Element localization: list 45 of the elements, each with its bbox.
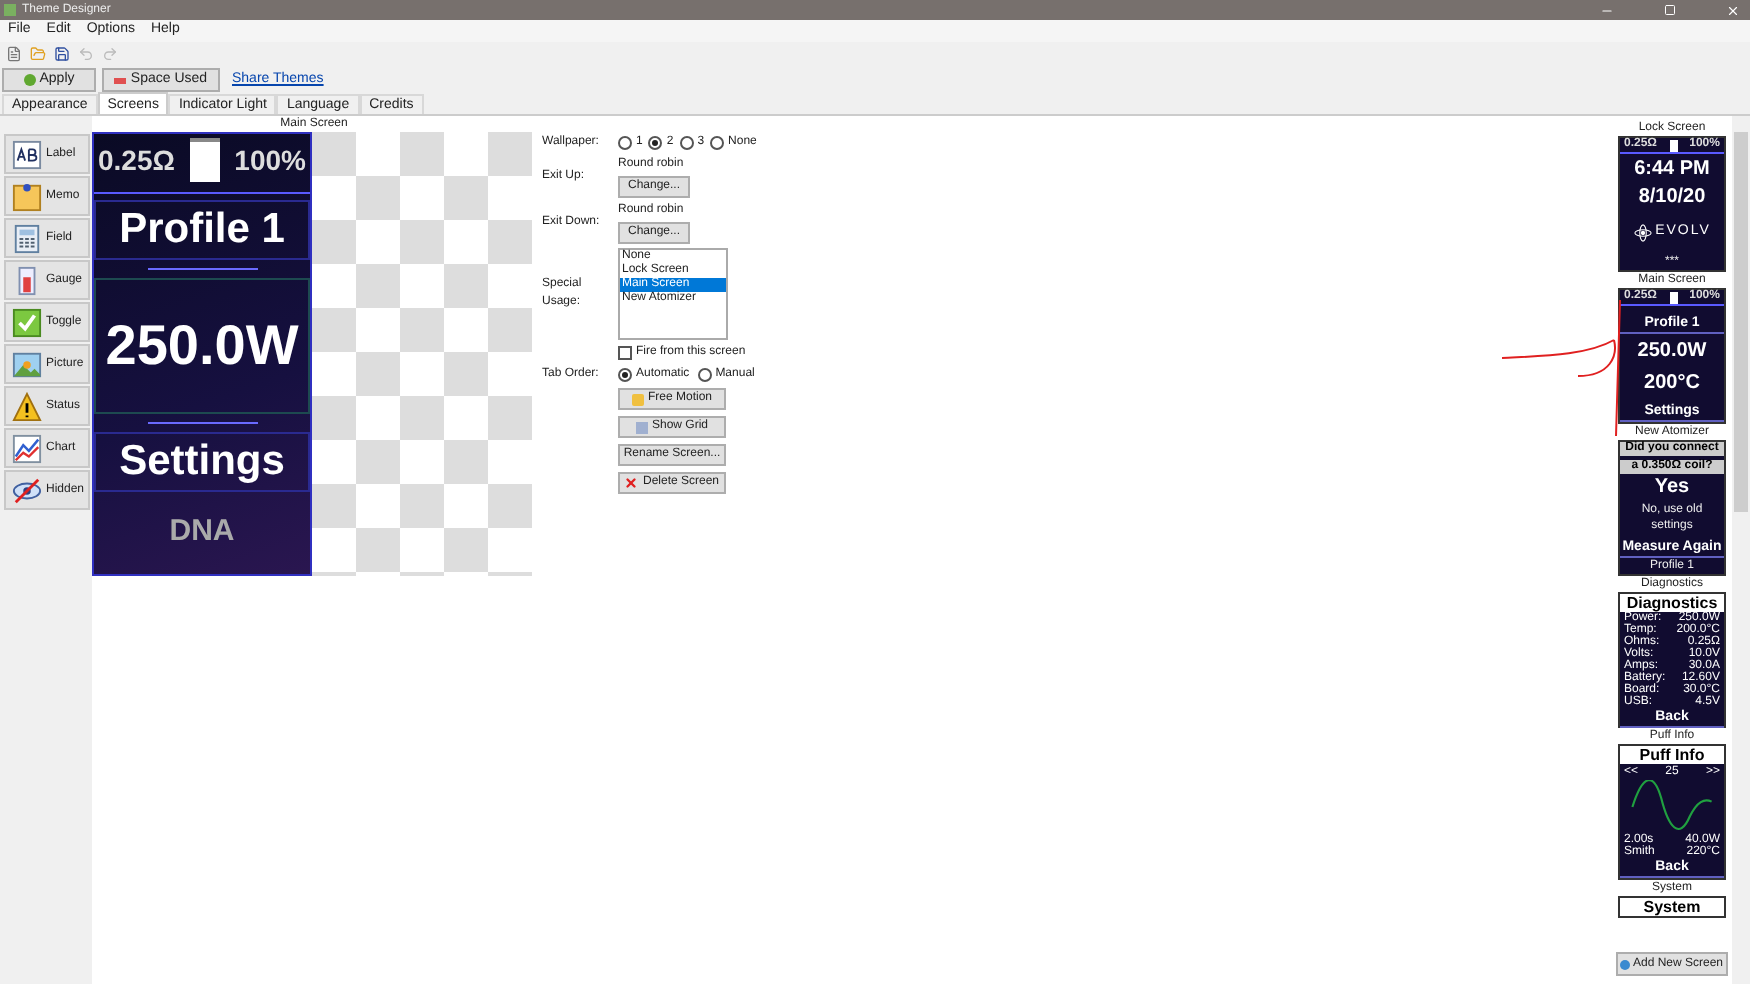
- calculator-icon: [12, 223, 42, 253]
- atom-icon: [1633, 224, 1652, 243]
- checkbox[interactable]: [618, 346, 632, 360]
- battery-icon: [189, 138, 220, 182]
- screen-heading: Puff Info: [1620, 746, 1724, 764]
- battery-icon: [1669, 139, 1678, 151]
- screen-text: 8/10/20: [1636, 186, 1708, 211]
- new-file-icon[interactable]: [6, 46, 22, 62]
- radio-button[interactable]: [710, 136, 725, 150]
- delete-icon: [624, 476, 639, 490]
- battery-icon: [1669, 291, 1678, 303]
- hidden-eye-icon: [12, 475, 42, 505]
- radio-button[interactable]: [618, 368, 632, 382]
- app-icon: [4, 4, 16, 16]
- power-reading: 250.0W: [94, 278, 310, 414]
- line-chart-icon: [12, 433, 42, 463]
- settings-label: Settings: [94, 432, 310, 492]
- screen-text: 250.0W: [1635, 340, 1709, 364]
- screen-text: 6:44 PM: [1632, 158, 1712, 183]
- square-icon: [631, 393, 644, 405]
- battery-reading: 100%: [234, 141, 306, 179]
- brand-label: DNA: [167, 512, 237, 553]
- checkmark-icon: [12, 307, 42, 337]
- square-icon: [635, 421, 648, 433]
- annotation-drawing: [1498, 296, 1622, 440]
- add-icon: [1620, 959, 1631, 969]
- note-icon: [12, 181, 42, 211]
- resistance-reading: 0.25Ω: [98, 141, 175, 179]
- text-icon: [12, 139, 42, 169]
- screen-heading: Diagnostics: [1620, 594, 1724, 612]
- radio-button[interactable]: [679, 136, 694, 150]
- screen-text: Yes: [1652, 476, 1692, 500]
- screen-thumbnail[interactable]: System: [1618, 896, 1726, 918]
- radio-button[interactable]: [648, 136, 663, 150]
- radio-button[interactable]: [697, 368, 712, 382]
- picture-icon: [12, 349, 42, 379]
- warning-icon: [12, 391, 42, 421]
- scrollbar[interactable]: [1732, 116, 1750, 984]
- apply-icon: [23, 74, 36, 86]
- close-icon[interactable]: [1726, 3, 1740, 17]
- save-icon[interactable]: [54, 46, 70, 62]
- screen-text: 200°C: [1642, 371, 1702, 395]
- maximize-icon[interactable]: [1664, 4, 1676, 16]
- radio-button[interactable]: [618, 136, 632, 150]
- profile-label: Profile 1: [94, 200, 310, 260]
